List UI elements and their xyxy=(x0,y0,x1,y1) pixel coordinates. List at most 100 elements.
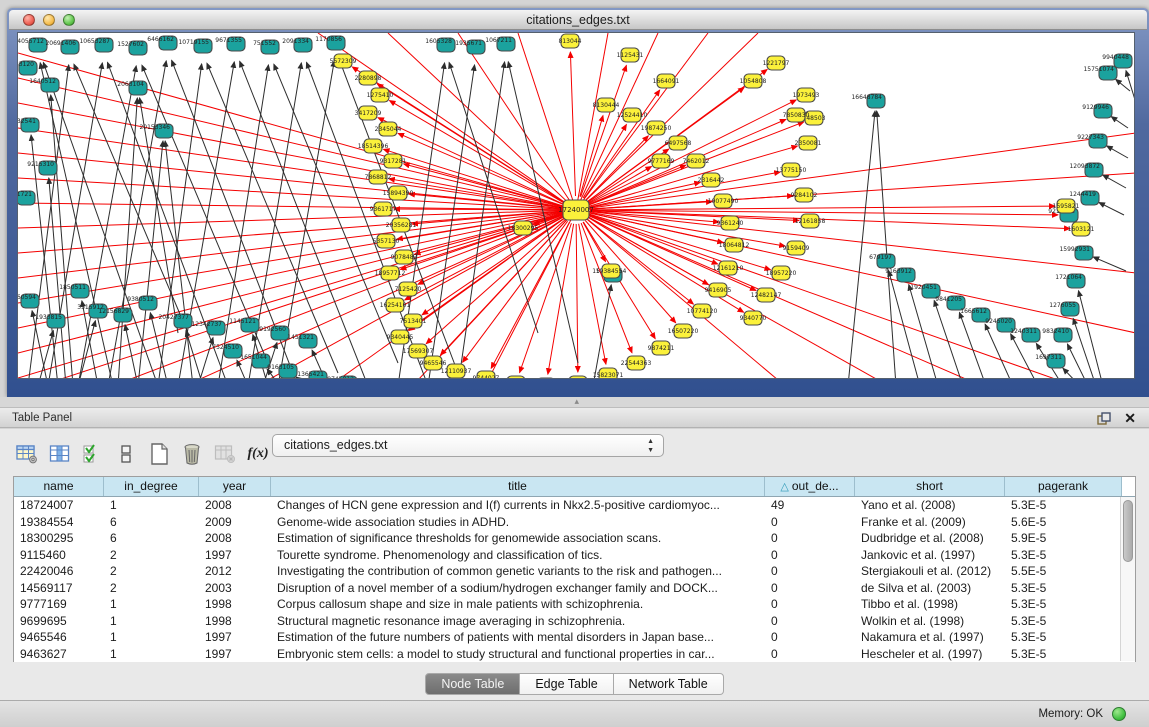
graph-node[interactable]: 7462012 xyxy=(683,154,710,168)
table-cell[interactable]: de Silva et al. (2003) xyxy=(855,580,1005,597)
table-row[interactable]: 1456911722003Disruption of a novel membe… xyxy=(14,580,1135,597)
table-cell[interactable]: 19384554 xyxy=(14,514,104,531)
table-cell[interactable]: 0 xyxy=(765,514,855,531)
table-row[interactable]: 911546021997Tourette syndrome. Phenomeno… xyxy=(14,547,1135,564)
table-cell[interactable]: 5.3E-5 xyxy=(1005,629,1122,646)
network-window-titlebar[interactable]: citations_edges.txt xyxy=(9,10,1147,30)
table-cell[interactable]: 1 xyxy=(104,596,199,613)
graph-node[interactable]: 1276055 xyxy=(1049,302,1079,316)
table-cell[interactable]: 5.9E-5 xyxy=(1005,530,1122,547)
table-cell[interactable]: 5.3E-5 xyxy=(1005,547,1122,564)
graph-node[interactable]: 19874250 xyxy=(641,121,672,135)
table-cell[interactable]: 1 xyxy=(104,613,199,630)
graph-node[interactable]: 10719155 xyxy=(178,39,212,53)
table-cell[interactable]: 9463627 xyxy=(14,646,104,663)
table-cell[interactable]: 0 xyxy=(765,580,855,597)
table-cell[interactable]: 5.3E-5 xyxy=(1005,580,1122,597)
tab-network-table[interactable]: Network Table xyxy=(614,673,724,695)
graph-node[interactable]: 9361717 xyxy=(370,202,397,216)
graph-node[interactable]: 17240007 xyxy=(558,200,594,220)
graph-node[interactable]: 1275410 xyxy=(367,88,394,102)
graph-node[interactable]: 9284102 xyxy=(791,188,818,202)
table-cell[interactable]: 1998 xyxy=(199,596,271,613)
close-panel-icon[interactable]: ✕ xyxy=(1124,410,1136,427)
graph-node[interactable]: 7513401 xyxy=(400,314,427,328)
graph-node[interactable]: 20691406 xyxy=(45,40,79,54)
table-cell[interactable]: 2009 xyxy=(199,514,271,531)
table-cell[interactable]: Disruption of a novel member of a sodium… xyxy=(271,580,765,597)
graph-node[interactable]: 1603121 xyxy=(1068,222,1095,236)
table-cell[interactable]: 6 xyxy=(104,530,199,547)
table-cell[interactable]: 2 xyxy=(104,547,199,564)
table-cell[interactable]: 2008 xyxy=(199,497,271,514)
table-cell[interactable]: Investigating the contribution of common… xyxy=(271,563,765,580)
graph-node[interactable]: 1145121 xyxy=(229,318,259,332)
table-row[interactable]: 946362711997Embryonic stem cells: a mode… xyxy=(14,646,1135,663)
table-cell[interactable]: Changes of HCN gene expression and I(f) … xyxy=(271,497,765,514)
graph-node[interactable]: 15823071 xyxy=(593,368,624,378)
table-cell[interactable]: Corpus callosum shape and size in male p… xyxy=(271,596,765,613)
table-cell[interactable]: Dudbridge et al. (2008) xyxy=(855,530,1005,547)
table-cell[interactable]: 9699695 xyxy=(14,613,104,630)
table-cell[interactable]: Tourette syndrome. Phenomenology and cla… xyxy=(271,547,765,564)
table-row[interactable]: 969969511998Structural magnetic resonanc… xyxy=(14,613,1135,630)
graph-node[interactable]: 1651044 xyxy=(240,354,270,368)
graph-node[interactable]: 2091334 xyxy=(282,38,312,52)
graph-node[interactable]: 1973493 xyxy=(793,88,820,102)
graph-node[interactable]: 10077490 xyxy=(708,194,739,208)
graph-node[interactable]: 9129946 xyxy=(1082,104,1112,118)
table-cell[interactable]: 0 xyxy=(765,596,855,613)
graph-node[interactable]: 751552 xyxy=(253,40,279,54)
table-row[interactable]: 946554611997Estimation of the future num… xyxy=(14,629,1135,646)
graph-node[interactable]: 9133120 xyxy=(18,61,37,75)
graph-node[interactable]: 14636778 xyxy=(501,376,532,378)
table-cell[interactable]: 2012 xyxy=(199,563,271,580)
graph-node[interactable]: 3417209 xyxy=(355,106,382,120)
citation-network-graph[interactable]: 1405571220691406106532871527602646616210… xyxy=(18,33,1134,378)
vertical-scrollbar[interactable] xyxy=(1120,497,1135,661)
select-rows-icon[interactable] xyxy=(78,440,108,468)
float-panel-icon[interactable] xyxy=(1097,412,1111,426)
function-builder-icon[interactable]: f(x) xyxy=(243,440,273,468)
table-cell[interactable]: 1 xyxy=(104,646,199,663)
table-cell[interactable]: 0 xyxy=(765,629,855,646)
graph-node[interactable]: 1935671 xyxy=(455,40,485,54)
column-header-title[interactable]: title xyxy=(271,477,765,496)
graph-node[interactable]: 15992931 xyxy=(1059,246,1093,260)
table-cell[interactable]: 0 xyxy=(765,646,855,663)
graph-node[interactable]: 1365421 xyxy=(297,371,327,378)
table-cell[interactable]: 9465546 xyxy=(14,629,104,646)
tab-node-table[interactable]: Node Table xyxy=(425,673,520,695)
table-cell[interactable]: 1997 xyxy=(199,646,271,663)
column-visibility-icon[interactable] xyxy=(45,440,75,468)
table-cell[interactable]: 5.3E-5 xyxy=(1005,497,1122,514)
graph-node[interactable]: 1933815 xyxy=(35,314,65,328)
row-height-icon[interactable] xyxy=(111,440,141,468)
graph-node[interactable]: 12161858 xyxy=(795,214,826,228)
graph-node[interactable]: 20260594 xyxy=(18,294,39,308)
table-cell[interactable]: 2 xyxy=(104,580,199,597)
graph-node[interactable]: 22544363 xyxy=(621,356,652,370)
graph-node[interactable]: 2350081 xyxy=(795,136,822,150)
graph-node[interactable]: 9227343 xyxy=(1077,134,1107,148)
table-cell[interactable]: 1998 xyxy=(199,613,271,630)
table-settings-icon[interactable] xyxy=(12,440,42,468)
graph-node[interactable]: 1221797 xyxy=(763,56,790,70)
graph-node[interactable]: 813044 xyxy=(559,34,582,48)
table-cell[interactable]: 0 xyxy=(765,530,855,547)
splitter-handle-icon[interactable]: ▴ xyxy=(575,396,580,407)
graph-node[interactable]: 20427377 xyxy=(158,314,192,328)
table-cell[interactable]: Franke et al. (2009) xyxy=(855,514,1005,531)
table-cell[interactable]: 18724007 xyxy=(14,497,104,514)
table-cell[interactable]: Structural magnetic resonance image aver… xyxy=(271,613,765,630)
graph-node[interactable]: 1651721 xyxy=(18,191,35,205)
column-header-pagerank[interactable]: pagerank xyxy=(1005,477,1122,496)
graph-node[interactable]: 1067211 xyxy=(485,37,515,51)
graph-node[interactable]: 9744027 xyxy=(473,371,500,378)
graph-node[interactable]: 9192560 xyxy=(259,326,289,340)
column-header-year[interactable]: year xyxy=(199,477,271,496)
table-cell[interactable]: 5.6E-5 xyxy=(1005,514,1122,531)
graph-node[interactable]: 1240311 xyxy=(1010,328,1040,342)
table-cell[interactable]: 5.3E-5 xyxy=(1005,613,1122,630)
graph-node[interactable]: 9832410 xyxy=(1042,328,1072,342)
